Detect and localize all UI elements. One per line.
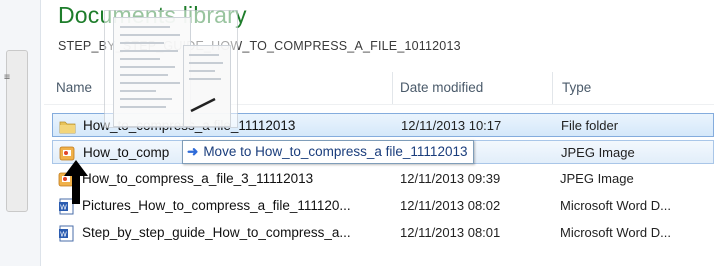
thumbnail-line [189, 62, 223, 64]
file-type: JPEG Image [561, 145, 635, 160]
column-divider[interactable] [552, 72, 553, 104]
file-row[interactable]: How_to_compress_a_file_3_11112013 12/11/… [52, 167, 714, 192]
arrow-right-icon: ➜ [187, 144, 199, 159]
arrow-up-icon [64, 160, 88, 204]
folder-icon [59, 121, 76, 134]
file-type: JPEG Image [560, 171, 634, 186]
file-type: File folder [561, 118, 619, 133]
svg-text:W: W [60, 231, 67, 239]
file-row[interactable]: W Pictures_How_to_compress_a_file_111120… [52, 194, 714, 219]
file-row[interactable]: W Step_by_step_guide_How_to_compress_a..… [52, 221, 714, 246]
thumbnail-line [189, 70, 215, 72]
thumbnail-line [120, 82, 180, 84]
thumbnail-line [189, 78, 221, 80]
column-header-type[interactable]: Type [562, 72, 702, 104]
file-date: 12/11/2013 10:17 [401, 118, 502, 133]
thumbnail-line [120, 50, 178, 52]
thumbnail-line [120, 90, 156, 92]
column-header-date-modified[interactable]: Date modified [400, 72, 540, 104]
thumbnail-line [120, 42, 164, 44]
svg-text:W: W [60, 204, 67, 212]
file-name: How_to_compress_a_file_3_11112013 [82, 171, 314, 186]
file-type: Microsoft Word D... [560, 198, 672, 213]
thumbnail-line [120, 58, 160, 60]
pen-cursor-icon [190, 97, 216, 113]
file-name: Pictures_How_to_compress_a_file_111120..… [82, 198, 351, 213]
document-thumbnail [183, 45, 231, 127]
column-divider[interactable] [392, 72, 393, 104]
thumbnail-line [120, 26, 170, 28]
file-date: 12/11/2013 09:39 [400, 171, 501, 186]
file-name: Step_by_step_guide_How_to_compress_a... [82, 225, 351, 240]
thumbnail-line [120, 106, 166, 108]
drag-thumbnail-preview [104, 10, 238, 128]
file-date: 12/11/2013 08:01 [400, 225, 501, 240]
file-name: How_to_comp [83, 145, 170, 160]
thumbnail-line [120, 66, 175, 68]
splitter-grip-icon[interactable]: ≡ [4, 72, 10, 83]
thumbnail-line [189, 54, 219, 56]
thumbnail-line [120, 74, 168, 76]
word-document-icon: W [59, 225, 74, 242]
document-thumbnail [113, 17, 191, 127]
thumbnail-line [120, 34, 180, 36]
drag-drop-tooltip-text: Move to How_to_compress_a file_11112013 [203, 144, 468, 159]
file-date: 12/11/2013 08:02 [400, 198, 501, 213]
drag-drop-tooltip: ➜ Move to How_to_compress_a file_11112013 [182, 140, 475, 164]
file-type: Microsoft Word D... [560, 225, 672, 240]
thumbnail-line [120, 98, 172, 100]
